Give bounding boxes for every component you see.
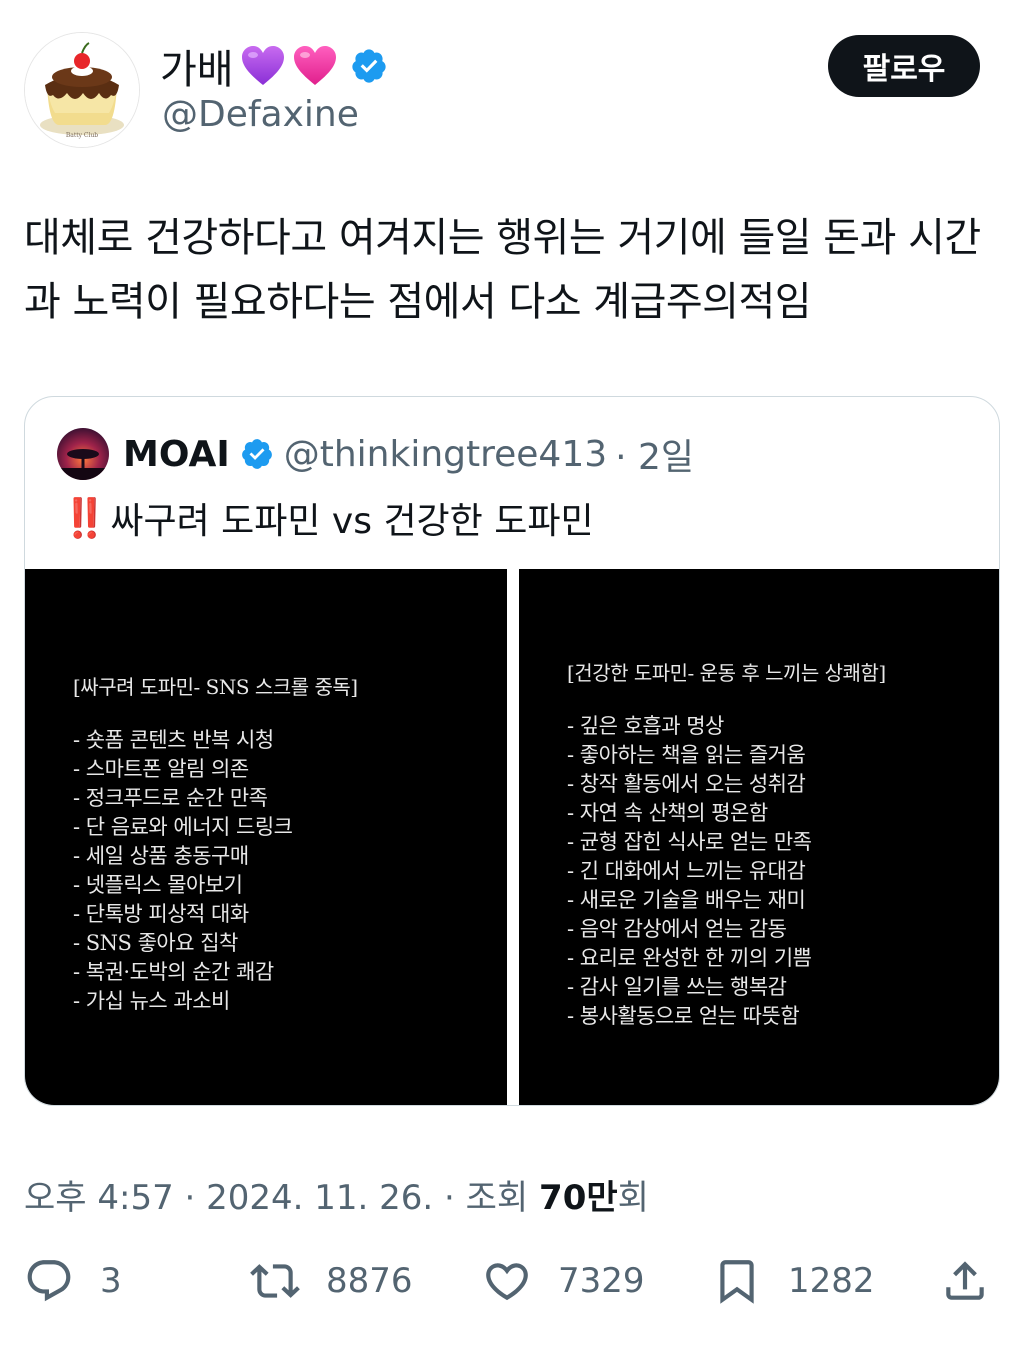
tree-sunset-avatar-icon	[57, 428, 109, 480]
bookmark-count: 1282	[788, 1261, 875, 1301]
list-item: - 숏폼 콘텐츠 반복 시청	[73, 728, 274, 752]
retweet-count: 8876	[326, 1261, 413, 1301]
list-item: - 새로운 기술을 배우는 재미	[567, 888, 806, 912]
right-panel-list: - 깊은 호흡과 명상 - 좋아하는 책을 읽는 즐거움 - 창작 활동에서 오…	[567, 712, 812, 1031]
list-item: - 창작 활동에서 오는 성취감	[567, 772, 806, 796]
left-panel-title: [싸구려 도파민- SNS 스크롤 중독]	[73, 675, 358, 699]
list-item: - 복권·도박의 순간 쾌감	[73, 960, 274, 984]
list-item: - 정크푸드로 순간 만족	[73, 786, 268, 810]
author-display-name[interactable]: 가배	[160, 37, 234, 95]
tweet-timestamp[interactable]: 오후 4:57 · 2024. 11. 26. · 조회 70만회	[24, 1170, 649, 1219]
list-item: - 자연 속 산책의 평온함	[567, 801, 768, 825]
verified-badge-icon	[241, 439, 272, 469]
quote-time: · 2일	[615, 437, 695, 478]
view-suffix: 회	[617, 1178, 649, 1218]
list-item: - 요리로 완성한 한 끼의 기쁨	[567, 946, 812, 970]
tweet-header: Batty Club 가배 @Defaxine 팔로우	[0, 0, 1024, 180]
pudding-avatar-icon: Batty Club	[25, 33, 139, 147]
share-icon	[946, 1261, 984, 1300]
bookmark-button[interactable]: 1282	[712, 1250, 875, 1312]
reply-icon	[27, 1260, 71, 1302]
quote-handle[interactable]: @thinkingtree413	[284, 434, 607, 475]
list-item: - 균형 잡힌 식사로 얻는 만족	[567, 830, 812, 854]
quote-avatar[interactable]	[57, 428, 109, 480]
share-button[interactable]	[940, 1250, 990, 1312]
reply-button[interactable]: 3	[24, 1250, 122, 1312]
retweet-button[interactable]: 8876	[250, 1250, 413, 1312]
like-button[interactable]: 7329	[482, 1250, 645, 1312]
quote-media[interactable]: [싸구려 도파민- SNS 스크롤 중독] - 숏폼 콘텐츠 반복 시청 - 스…	[25, 569, 999, 1105]
left-panel-list: - 숏폼 콘텐츠 반복 시청 - 스마트폰 알림 의존 - 정크푸드로 순간 만…	[73, 726, 293, 1016]
list-item: - 스마트폰 알림 의존	[73, 757, 249, 781]
list-item: - 음악 감상에서 얻는 감동	[567, 917, 787, 941]
action-bar: 3 8876 7329 1282	[0, 1250, 1024, 1312]
pink-heart-icon	[293, 46, 336, 85]
timestamp-text: 오후 4:57 · 2024. 11. 26. · 조회	[24, 1178, 540, 1218]
heart-icon	[486, 1263, 528, 1301]
author-name-row: 가배	[160, 37, 388, 95]
view-count: 70만	[539, 1178, 618, 1218]
quoted-tweet[interactable]: MOAI @thinkingtree413 · 2일 ‼️ 싸구려 도파민 vs…	[24, 396, 1000, 1106]
tweet-text: 대체로 건강하다고 여겨지는 행위는 거기에 들일 돈과 시간과 노력이 필요하…	[24, 215, 981, 325]
list-item: - 단 음료와 에너지 드링크	[73, 815, 293, 839]
verified-badge-icon	[351, 49, 386, 83]
list-item: - 가십 뉴스 과소비	[73, 989, 230, 1013]
list-item: - 세일 상품 충동구매	[73, 844, 249, 868]
retweet-icon	[250, 1264, 300, 1298]
list-item: - SNS 좋아요 집착	[73, 931, 238, 955]
author-handle[interactable]: @Defaxine	[162, 94, 359, 135]
double-exclamation-icon: ‼️	[61, 495, 108, 540]
list-item: - 넷플릭스 몰아보기	[73, 873, 243, 897]
like-count: 7329	[558, 1261, 645, 1301]
list-item: - 단톡방 피상적 대화	[73, 902, 249, 926]
reply-count: 3	[100, 1261, 122, 1301]
purple-heart-icon	[241, 46, 284, 85]
quote-author-name[interactable]: MOAI	[123, 434, 230, 475]
media-image-left[interactable]: [싸구려 도파민- SNS 스크롤 중독] - 숏폼 콘텐츠 반복 시청 - 스…	[25, 569, 507, 1105]
list-item: - 감사 일기를 쓰는 행복감	[567, 975, 787, 999]
bookmark-icon	[720, 1260, 754, 1304]
quote-title: 싸구려 도파민 vs 건강한 도파민	[110, 501, 594, 542]
quote-title-row: ‼️ 싸구려 도파민 vs 건강한 도파민	[61, 491, 594, 545]
list-item: - 봉사활동으로 얻는 따뜻함	[567, 1004, 800, 1028]
list-item: - 긴 대화에서 느끼는 유대감	[567, 859, 806, 883]
list-item: - 깊은 호흡과 명상	[567, 714, 724, 738]
quote-header: MOAI @thinkingtree413 · 2일	[57, 427, 694, 481]
right-panel-title: [건강한 도파민- 운동 후 느끼는 상쾌함]	[567, 661, 886, 685]
follow-button[interactable]: 팔로우	[828, 35, 980, 97]
avatar-caption: Batty Club	[66, 132, 98, 139]
author-avatar[interactable]: Batty Club	[24, 32, 140, 148]
media-image-right[interactable]: [건강한 도파민- 운동 후 느끼는 상쾌함] - 깊은 호흡과 명상 - 좋아…	[519, 569, 999, 1105]
list-item: - 좋아하는 책을 읽는 즐거움	[567, 743, 806, 767]
